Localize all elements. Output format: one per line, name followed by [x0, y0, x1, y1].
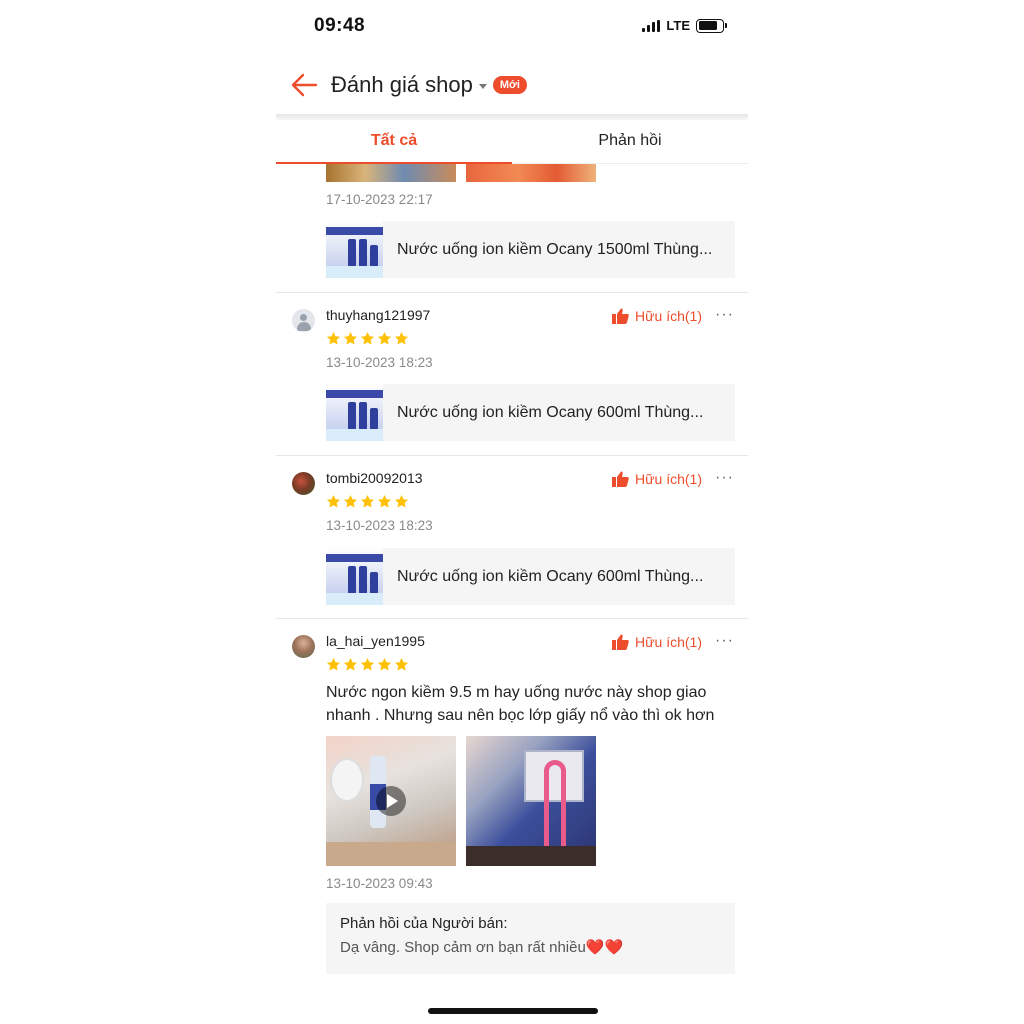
- status-indicators: LTE: [642, 18, 727, 33]
- signal-icon: [642, 19, 661, 32]
- star-icon: [394, 331, 409, 345]
- review-date: 13-10-2023 18:23: [326, 518, 433, 533]
- star-icon: [326, 494, 341, 508]
- more-options-icon[interactable]: ···: [715, 306, 734, 324]
- star-icon: [360, 494, 375, 508]
- review-photo-thumbnail[interactable]: [466, 736, 596, 866]
- helpful-button[interactable]: Hữu ích(1): [612, 308, 702, 324]
- product-thumbnail: [326, 221, 383, 278]
- rating-stars: [326, 331, 409, 346]
- status-bar: 09:48 LTE: [276, 0, 748, 52]
- avatar[interactable]: [292, 309, 315, 332]
- reviewer-username[interactable]: tombi20092013: [326, 470, 423, 486]
- seller-reply-label: Phản hồi của Người bán:: [340, 915, 508, 932]
- review-media-partial[interactable]: [466, 164, 596, 182]
- product-name: Nước uống ion kiềm Ocany 1500ml Thùng...: [397, 240, 713, 258]
- play-icon[interactable]: [376, 786, 406, 816]
- star-icon: [326, 657, 341, 671]
- more-options-icon[interactable]: ···: [715, 632, 734, 650]
- tab-all[interactable]: Tất cả: [276, 120, 512, 164]
- star-icon: [394, 657, 409, 671]
- status-time: 09:48: [314, 15, 366, 36]
- dropdown-caret-icon[interactable]: [478, 83, 487, 89]
- new-badge: Mới: [492, 76, 527, 94]
- network-label: LTE: [666, 18, 690, 33]
- product-card[interactable]: Nước uống ion kiềm Ocany 600ml Thùng...: [326, 384, 735, 441]
- review-date: 17-10-2023 22:17: [326, 192, 433, 207]
- back-arrow-icon[interactable]: [290, 72, 318, 98]
- product-thumbnail: [326, 384, 383, 441]
- avatar[interactable]: [292, 635, 315, 658]
- header: Đánh giá shop Mới: [276, 56, 748, 114]
- product-card[interactable]: Nước uống ion kiềm Ocany 1500ml Thùng...: [326, 221, 735, 278]
- star-icon: [377, 331, 392, 345]
- review-date: 13-10-2023 18:23: [326, 355, 433, 370]
- helpful-count: Hữu ích(1): [635, 471, 702, 487]
- product-card[interactable]: Nước uống ion kiềm Ocany 600ml Thùng...: [326, 548, 735, 605]
- thumbs-up-icon: [612, 471, 629, 487]
- helpful-button[interactable]: Hữu ích(1): [612, 634, 702, 650]
- helpful-count: Hữu ích(1): [635, 634, 702, 650]
- more-options-icon[interactable]: ···: [715, 469, 734, 487]
- review-media-partial[interactable]: [326, 164, 456, 182]
- rating-stars: [326, 494, 409, 509]
- star-icon: [394, 494, 409, 508]
- star-icon: [377, 657, 392, 671]
- review-list: 17-10-2023 22:17 Nước uống ion kiềm Ocan…: [276, 164, 748, 1014]
- tab-replies[interactable]: Phản hồi: [512, 120, 748, 163]
- star-icon: [360, 657, 375, 671]
- battery-icon: [696, 18, 727, 33]
- helpful-count: Hữu ích(1): [635, 308, 702, 324]
- tab-bar: Tất cả Phản hồi: [276, 120, 748, 164]
- star-icon: [360, 331, 375, 345]
- star-icon: [343, 494, 358, 508]
- review-video-thumbnail[interactable]: [326, 736, 456, 866]
- avatar[interactable]: [292, 472, 315, 495]
- star-icon: [343, 331, 358, 345]
- reviewer-username[interactable]: la_hai_yen1995: [326, 633, 425, 649]
- review-divider: [276, 455, 748, 456]
- review-text: Nước ngon kiềm 9.5 m hay uống nước này s…: [326, 684, 715, 724]
- seller-reply: Phản hồi của Người bán: Dạ vâng. Shop cả…: [326, 903, 735, 974]
- thumbs-up-icon: [612, 308, 629, 324]
- reviewer-username[interactable]: thuyhang121997: [326, 307, 430, 323]
- star-icon: [343, 657, 358, 671]
- star-icon: [326, 331, 341, 345]
- home-indicator: [428, 1008, 598, 1014]
- review-date: 13-10-2023 09:43: [326, 876, 433, 891]
- star-icon: [377, 494, 392, 508]
- review-divider: [276, 292, 748, 293]
- helpful-button[interactable]: Hữu ích(1): [612, 471, 702, 487]
- product-thumbnail: [326, 548, 383, 605]
- page-title[interactable]: Đánh giá shop: [331, 72, 473, 98]
- review-divider: [276, 618, 748, 619]
- thumbs-up-icon: [612, 634, 629, 650]
- seller-reply-text: Dạ vâng. Shop cảm ơn bạn rất nhiều❤️❤️: [340, 939, 624, 956]
- rating-stars: [326, 657, 409, 672]
- product-name: Nước uống ion kiềm Ocany 600ml Thùng...: [397, 403, 704, 421]
- product-name: Nước uống ion kiềm Ocany 600ml Thùng...: [397, 567, 704, 585]
